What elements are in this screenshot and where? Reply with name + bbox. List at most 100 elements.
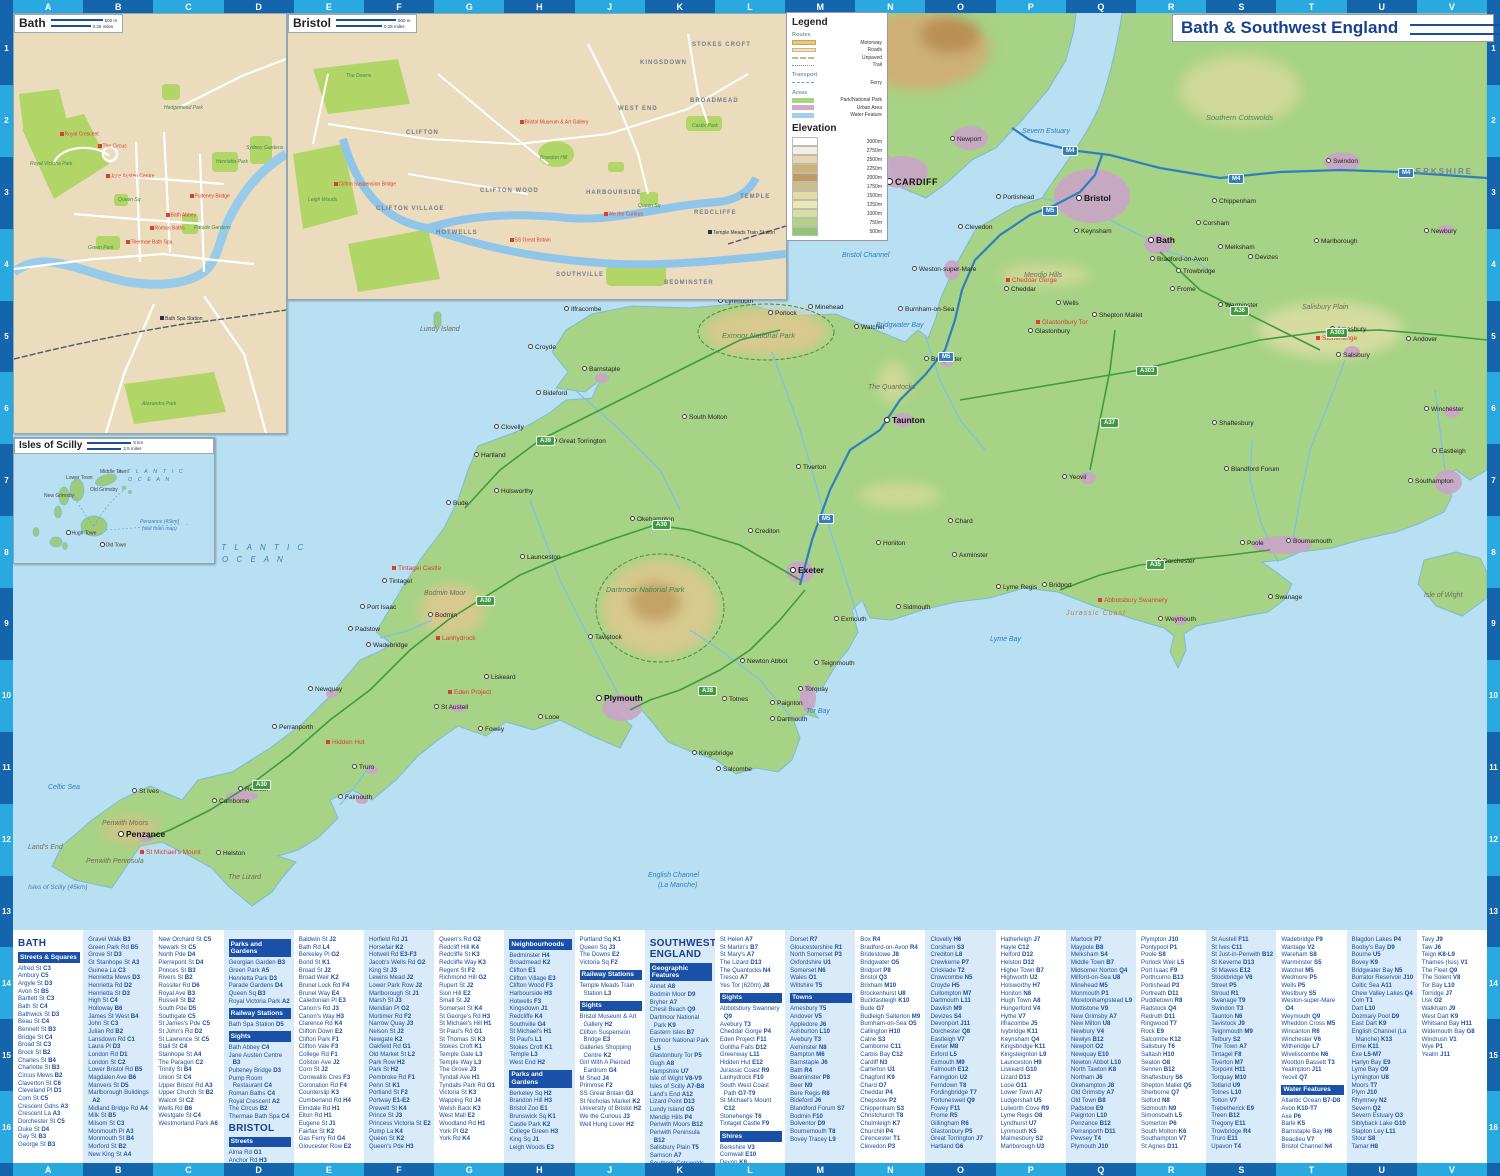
ml-city: Keynsham	[1074, 228, 1112, 236]
index-panel: BATHStreets & SquaresAlfred St C3Ambury …	[13, 930, 1487, 1163]
grid-row-10: 10	[0, 660, 13, 732]
index-entry: Exeter M8	[930, 1043, 992, 1051]
index-entry: Weymouth Q9	[1281, 1013, 1343, 1021]
grid-row-13: 13	[0, 876, 13, 948]
ml-city: Burnham-on-Sea	[898, 306, 955, 314]
index-entry: SS Great Britain G3	[580, 1090, 642, 1098]
index-entry: Penwith Peninsula B12	[650, 1129, 712, 1144]
ml-sa: A303	[1136, 366, 1158, 376]
index-entry: John St C3	[88, 1020, 150, 1028]
index-entry: St Martin's B7	[720, 944, 782, 952]
ml-city: Minehead	[808, 304, 844, 312]
ml-city: Launceston	[520, 554, 561, 562]
index-entry: Woodland Rd H1	[439, 1120, 501, 1128]
index-entry: Launceston H9	[1001, 1059, 1063, 1067]
ml-city: Honiton	[876, 540, 905, 548]
index-entry: Brunel Lock Rd F4	[299, 982, 361, 990]
index-entry: Ashburton L10	[790, 1028, 852, 1036]
index-entry: Cumberland Rd H4	[299, 1097, 361, 1105]
index-entry: Crediton L8	[930, 951, 992, 959]
index-entry: Lymington U8	[1352, 1074, 1414, 1082]
index-entry: Stokes Croft K1	[439, 1043, 501, 1051]
index-entry: English Channel (La Manche) K13	[1352, 1028, 1414, 1043]
index-entry: Weston-super-Mare O4	[1281, 997, 1343, 1012]
index-entry: Redcliffe St K3	[439, 951, 501, 959]
elevation-swatch	[792, 182, 818, 191]
index-entry: Radstock Q4	[1141, 1005, 1203, 1013]
index-entry: Gt Stanhope St A3	[88, 959, 150, 967]
ml-city: Barnstaple	[582, 366, 620, 374]
index-entry: Tresco A7	[720, 974, 782, 982]
index-entry: Dorchester Q8	[930, 1028, 992, 1036]
index-entry: Marlborough St J1	[369, 990, 431, 998]
index-entry: Lizard Point D13	[650, 1098, 712, 1106]
index-entry: M Shed J4	[580, 1075, 642, 1083]
index-entry: St John's Rd D2	[158, 1028, 220, 1036]
inset-isight: Thermae Bath Spa	[126, 240, 172, 246]
index-entry: Beaminster P8	[790, 1074, 852, 1082]
elevation-title: Elevation	[792, 123, 882, 134]
index-entry: Maypole B8	[1071, 944, 1133, 952]
index-entry: Calne S3	[860, 1036, 922, 1044]
index-entry: Bennett St B3	[18, 1026, 80, 1034]
index-entry: Bristol Channel N4	[1281, 1143, 1343, 1151]
ml-city: Weston-super-Mare	[912, 266, 976, 274]
inset-isight: Jane Austen Centre	[106, 174, 154, 180]
index-entry: Cleveland Pl D1	[18, 1087, 80, 1095]
index-entry: Taunton N6	[1211, 1013, 1273, 1021]
index-entry: Canon's Way H3	[299, 1013, 361, 1021]
ml-region: Salisbury Plain	[1302, 304, 1348, 311]
elevation-label: 2500m	[867, 157, 882, 163]
index-entry: Bristol Q3	[860, 974, 922, 982]
index-entry: Celtic Sea A11	[1352, 982, 1414, 990]
grid-col-P: P	[996, 1163, 1066, 1176]
index-entry: Eden Project F11	[720, 1036, 782, 1044]
legend-item: Ferry	[792, 80, 882, 86]
index-entry: Mortimer Rd F2	[369, 1013, 431, 1021]
elevation-swatch	[792, 209, 818, 218]
index-entry: Redcliffe K4	[509, 1013, 571, 1021]
ml-sm: M4	[1062, 146, 1078, 156]
index-entry: New Milton U8	[1071, 1020, 1133, 1028]
index-entry: King St J3	[369, 967, 431, 975]
index-entry: Sherborne Q7	[1141, 1089, 1203, 1097]
index-entry: Old Market St L2	[369, 1051, 431, 1059]
index-section-header: Geographic Features	[650, 963, 712, 981]
index-entry: Chulmleigh K7	[860, 1120, 922, 1128]
index-entry: Julian Rd B2	[88, 1028, 150, 1036]
index-entry: Tavistock J9	[1211, 1020, 1273, 1028]
elevation-step: 1000m	[792, 209, 882, 218]
ml-sa: A30	[476, 596, 495, 606]
index-entry: Bude G7	[860, 1005, 922, 1013]
index-entry: Lynmouth K5	[1001, 1128, 1063, 1136]
index-entry: Upper Church St B2	[158, 1089, 220, 1097]
index-entry: Siblyback Lake G10	[1352, 1120, 1414, 1128]
index-entry: St Michael's H1	[509, 1028, 571, 1036]
ml-city: Clevedon	[958, 224, 992, 232]
index-entry: Broad St C3	[18, 1041, 80, 1049]
index-entry: Fairfax St K2	[299, 1128, 361, 1136]
ml-city: Andover	[1406, 336, 1437, 344]
index-entry: Coln T1	[1352, 997, 1414, 1005]
index-column-8: NeighbourhoodsBedminster H4Broadmead K2C…	[504, 930, 574, 1163]
elevation-step: 2000m	[792, 173, 882, 182]
index-entry: Rupert St J2	[439, 982, 501, 990]
index-entry: Wells P5	[1281, 982, 1343, 990]
index-entry: Horsefair K2	[369, 944, 431, 952]
index-entry: Chard O7	[860, 1082, 922, 1090]
index-entry: Lundy Island G5	[650, 1106, 712, 1114]
ml-city: Totnes	[722, 696, 748, 704]
index-entry: New Grimsby A7	[1071, 1013, 1133, 1021]
index-entry: Liskeard G10	[1001, 1066, 1063, 1074]
index-entry: Croyde H5	[930, 982, 992, 990]
index-entry: Beau St C4	[18, 1018, 80, 1026]
index-entry: Widemouth Bay G8	[1422, 1028, 1484, 1036]
grid-row-2: 2	[1487, 85, 1500, 157]
ml-city: Shepton Mallet	[1092, 312, 1142, 320]
grid-corner	[1487, 1163, 1500, 1176]
grid-col-Q: Q	[1066, 0, 1136, 13]
elevation-swatch	[792, 137, 818, 146]
elevation-label: 2250m	[867, 166, 882, 172]
ml-city: Devizes	[1248, 254, 1278, 262]
index-entry: Cullompton M7	[930, 990, 992, 998]
